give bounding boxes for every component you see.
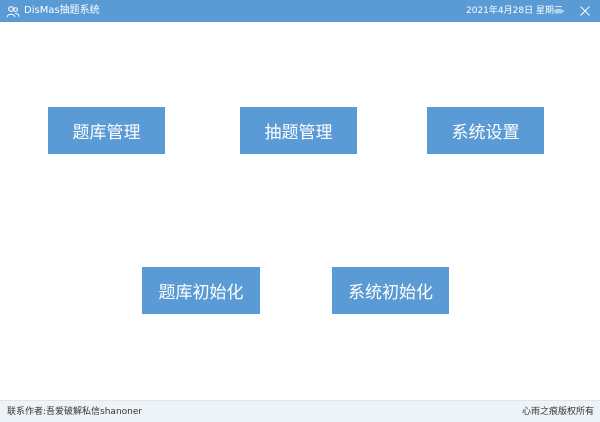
- app-window: DisMas抽题系统 2021年4月28日 星期三 题库管理 抽题管理 系统设置…: [0, 0, 600, 422]
- close-icon: [580, 6, 590, 16]
- close-button[interactable]: [574, 0, 596, 22]
- question-bank-initialization-button[interactable]: 题库初始化: [142, 267, 260, 314]
- question-drawing-management-button[interactable]: 抽题管理: [240, 107, 357, 154]
- question-bank-management-button[interactable]: 题库管理: [48, 107, 165, 154]
- minimize-button[interactable]: [548, 0, 570, 22]
- main-panel: 题库管理 抽题管理 系统设置 题库初始化 系统初始化: [0, 22, 600, 400]
- minimize-icon: [554, 10, 564, 12]
- copyright-text: 心雨之痕版权所有: [521, 407, 594, 417]
- app-users-icon: [6, 4, 20, 18]
- system-initialization-button[interactable]: 系统初始化: [332, 267, 449, 314]
- status-bar: 联系作者:吾爱破解私信shanoner 心雨之痕版权所有: [0, 400, 600, 422]
- window-title: DisMas抽题系统: [24, 5, 100, 16]
- system-settings-button[interactable]: 系统设置: [427, 107, 544, 154]
- title-bar[interactable]: DisMas抽题系统 2021年4月28日 星期三: [0, 0, 600, 22]
- author-contact-text: 联系作者:吾爱破解私信shanoner: [7, 407, 143, 417]
